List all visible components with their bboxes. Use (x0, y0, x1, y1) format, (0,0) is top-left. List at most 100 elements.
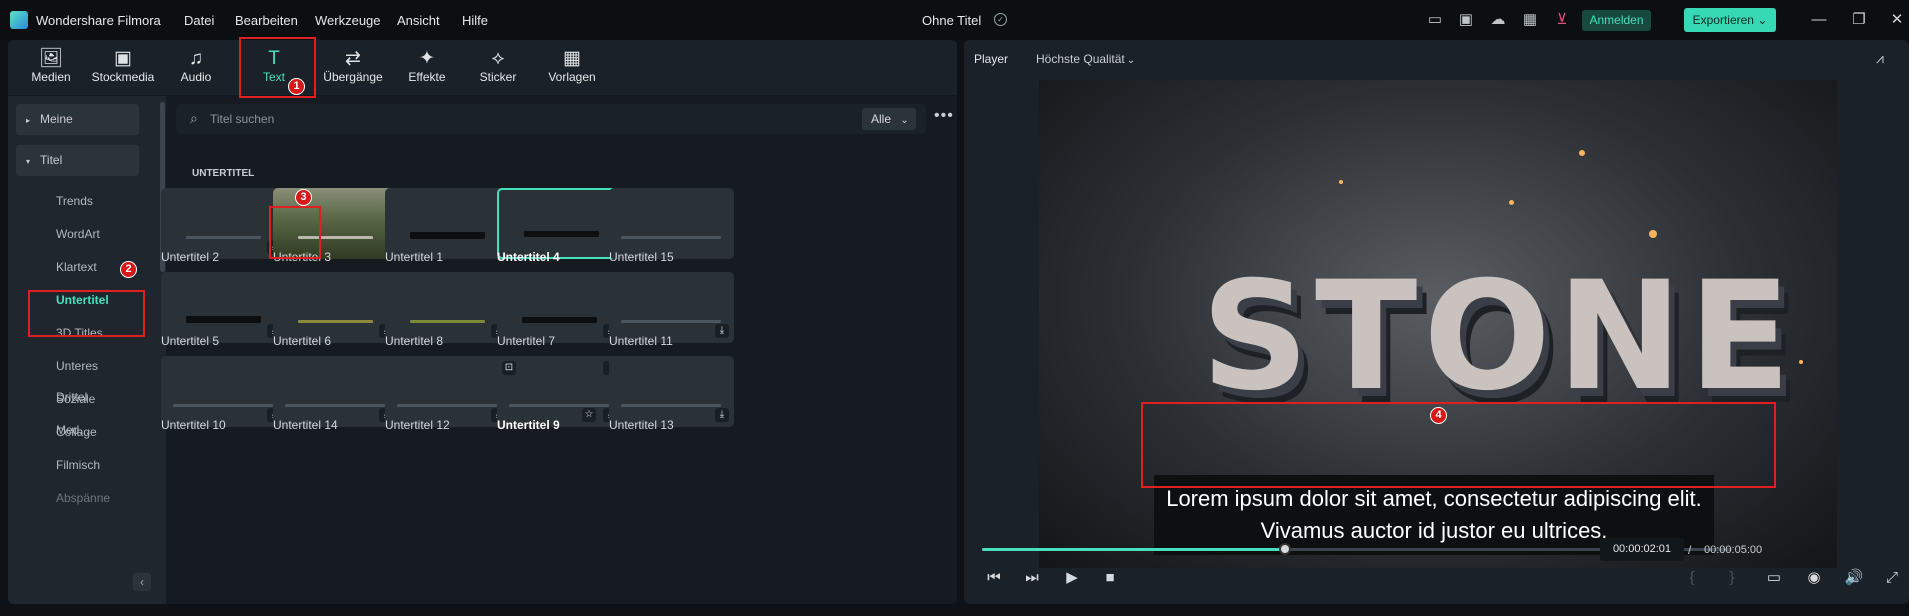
sidebar-item-collage[interactable]: Collage (8, 417, 131, 448)
title-card-untertitel-15[interactable] (609, 188, 734, 259)
playhead-handle[interactable] (1279, 543, 1291, 555)
save-icon[interactable]: ▣ (1458, 12, 1474, 28)
title-card-untertitel-4[interactable] (497, 188, 622, 259)
more-options-icon[interactable]: ••• (934, 107, 954, 125)
mark-in-icon[interactable]: { (1682, 568, 1702, 588)
title-bar: Wondershare Filmora Datei Bearbeiten Wer… (0, 0, 1909, 40)
sidebar-item-unteres-drittel[interactable]: Unteres Drittel (8, 351, 131, 404)
effects-icon: ✦ (419, 48, 435, 69)
annotation-box-subtitle (1141, 402, 1776, 488)
stockmedia-icon: ▣ (114, 48, 132, 69)
next-frame-icon[interactable]: ⏭ (1022, 568, 1042, 588)
export-button[interactable]: Exportieren ⌄ (1684, 8, 1776, 32)
layout-icon[interactable]: ▭ (1427, 12, 1443, 28)
card-label: Untertitel 7 (497, 334, 556, 348)
fullscreen-icon[interactable]: ⤢ (1882, 568, 1902, 588)
tab-stockmedia[interactable]: ▣ Stockmedia (83, 48, 163, 94)
snapshot-camera-icon[interactable]: ◉ (1804, 568, 1824, 588)
quality-dropdown[interactable]: Höchste Qualität ⌄ (1036, 52, 1135, 66)
apps-grid-icon[interactable]: ▦ (1522, 12, 1538, 28)
app-title: Wondershare Filmora (36, 13, 161, 28)
sidebar-item-klartext[interactable]: Klartext (8, 252, 131, 283)
card-label: Untertitel 10 (161, 418, 226, 432)
cloud-upload-icon[interactable]: ☁ (1490, 12, 1506, 28)
menu-bearbeiten[interactable]: Bearbeiten (235, 13, 298, 28)
sidebar-item-filmisch[interactable]: Filmisch (8, 450, 131, 481)
filter-dropdown[interactable]: Alle ⌄ (862, 108, 916, 130)
title-card-untertitel-5[interactable]: ⤓ (161, 272, 286, 343)
signin-button[interactable]: Anmelden (1582, 10, 1651, 31)
tab-audio[interactable]: ♫ Audio (176, 48, 216, 94)
search-icon: ⌕ (190, 110, 198, 126)
sidebar-item-soziale-medien[interactable]: Soziale Med... (8, 384, 131, 437)
sidebar-item-titel[interactable]: ▾ Titel (16, 145, 139, 176)
filmora-logo-icon (10, 11, 28, 29)
title-card-untertitel-13[interactable]: ⤓ (609, 356, 734, 427)
timeline-progress (982, 548, 1285, 551)
menu-hilfe[interactable]: Hilfe (462, 13, 488, 28)
title-card-untertitel-11[interactable]: ⤓ (609, 272, 734, 343)
asset-toolbar: 🖼 Medien ▣ Stockmedia ♫ Audio T Text ⇄ Übergä… (8, 40, 957, 96)
title-card-untertitel-7[interactable]: ⤓ (497, 272, 622, 343)
tab-vorlagen[interactable]: ▦ Vorlagen (546, 48, 598, 94)
preview-scan-icon[interactable]: ⊡ (502, 361, 516, 375)
download-icon[interactable]: ⤓ (715, 408, 729, 422)
sidebar-item-meine[interactable]: ▸ Meine (16, 104, 139, 135)
annotation-badge-4: 4 (1430, 407, 1447, 424)
tab-uebergaenge[interactable]: ⇄ Übergänge (320, 48, 386, 94)
volume-icon[interactable]: 🔊 (1844, 568, 1864, 588)
title-card-untertitel-8[interactable]: ⤓ (385, 272, 510, 343)
caret-down-icon: ▾ (26, 157, 31, 166)
title-card-untertitel-12[interactable]: ⤓ (385, 356, 510, 427)
sidebar-item-wordart[interactable]: WordArt (8, 219, 131, 250)
card-label: Untertitel 14 (273, 418, 338, 432)
collapse-sidebar-icon[interactable]: ‹ (133, 573, 151, 591)
previous-frame-icon[interactable]: ⏮ (984, 568, 1004, 588)
card-label: Untertitel 12 (385, 418, 450, 432)
title-browser: ⌕ Titel suchen Alle ⌄ ••• UNTERTITEL ⤓ U… (161, 96, 957, 604)
sidebar-item-trends[interactable]: Trends (8, 186, 131, 217)
card-label: Untertitel 11 (609, 334, 673, 348)
title-card-untertitel-14[interactable]: ⤓ (273, 356, 398, 427)
favorite-star-icon[interactable]: ☆ (582, 408, 596, 422)
search-input[interactable]: Titel suchen (210, 112, 274, 126)
current-time[interactable]: 00:00:02:01 (1600, 538, 1684, 561)
search-bar[interactable] (176, 104, 926, 134)
minimize-icon[interactable]: — (1809, 10, 1829, 30)
tab-medien[interactable]: 🖼 Medien (30, 48, 72, 94)
display-settings-icon[interactable]: ▭ (1764, 568, 1784, 588)
card-label: Untertitel 2 (161, 250, 220, 264)
play-icon[interactable]: ▶ (1062, 568, 1082, 588)
player-label: Player (974, 52, 1009, 66)
document-title: Ohne Titel (922, 13, 982, 28)
media-library-panel: 🖼 Medien ▣ Stockmedia ♫ Audio T Text ⇄ Übergä… (8, 40, 957, 604)
title-card-untertitel-2[interactable]: ⤓ (161, 188, 286, 259)
sidebar-item-abspaenne[interactable]: Abspänne (8, 483, 131, 514)
stop-icon[interactable]: ■ (1100, 568, 1120, 588)
card-label: Untertitel 9 (497, 418, 560, 432)
preview-title-text: STONE (1201, 250, 1797, 424)
spark (1649, 230, 1657, 238)
transitions-icon: ⇄ (345, 48, 361, 69)
close-icon[interactable]: ✕ (1887, 10, 1907, 30)
download-icon[interactable]: ⤓ (715, 324, 729, 338)
tab-effekte[interactable]: ✦ Effekte (404, 48, 450, 94)
menu-werkzeuge[interactable]: Werkzeuge (315, 13, 381, 28)
title-card-untertitel-1[interactable] (385, 188, 510, 259)
title-card-untertitel-10[interactable]: ⤓ (161, 356, 286, 427)
cart-icon[interactable]: ⊻ (1554, 12, 1570, 28)
player-panel: Player Höchste Qualität ⌄ ⩘ STONE Lorem i… (964, 40, 1909, 604)
annotation-badge-3: 3 (295, 189, 312, 206)
section-heading: UNTERTITEL (192, 168, 255, 179)
restore-icon[interactable]: ❐ (1849, 10, 1869, 30)
menu-datei[interactable]: Datei (184, 13, 214, 28)
title-card-untertitel-6[interactable]: ⤓ (273, 272, 398, 343)
annotation-box-untertitel (28, 290, 145, 337)
mark-out-icon[interactable]: } (1722, 568, 1742, 588)
tab-sticker[interactable]: ⟡ Sticker (478, 48, 518, 94)
media-icon: 🖼 (38, 48, 64, 69)
waveform-icon[interactable]: ⩘ (1876, 50, 1884, 67)
title-card-untertitel-9[interactable]: ⊡ ⋮ ☆ ⤓ (497, 356, 622, 427)
menu-ansicht[interactable]: Ansicht (397, 13, 440, 28)
category-sidebar: ▸ Meine ▾ Titel Trends WordArt Klartext Un… (8, 96, 166, 604)
